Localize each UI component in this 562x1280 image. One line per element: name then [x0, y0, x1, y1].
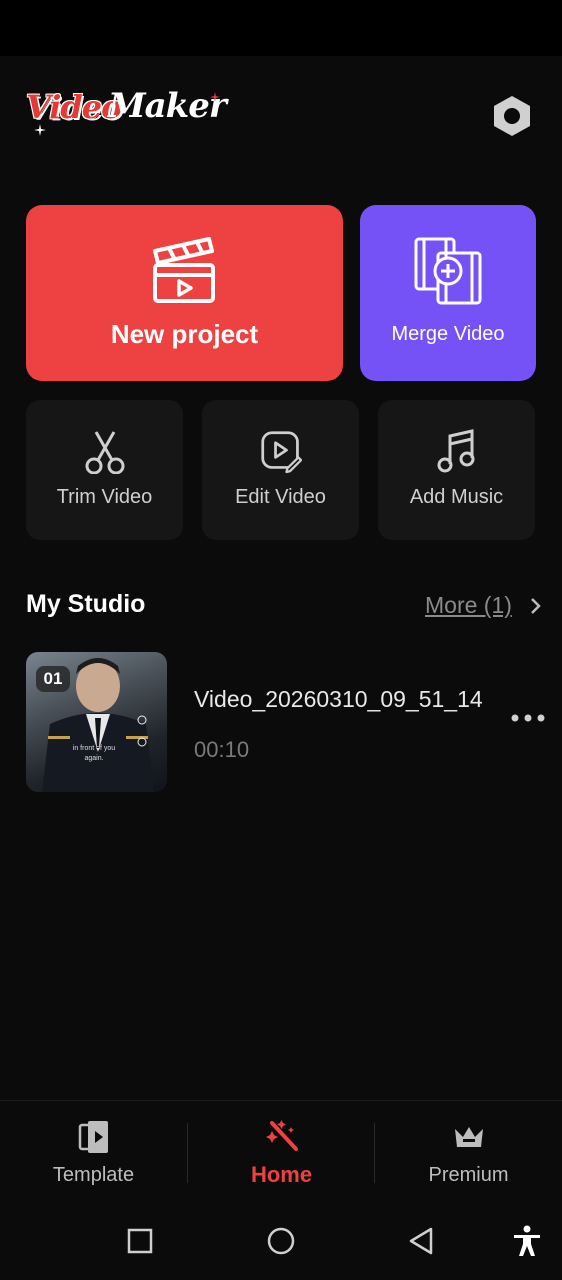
nav-premium[interactable]: Premium: [375, 1101, 562, 1201]
video-index-badge: 01: [36, 666, 70, 692]
scissors-icon: [85, 431, 125, 474]
new-project-button[interactable]: New project: [26, 205, 343, 381]
merge-film-icon: [414, 237, 482, 305]
crown-icon: [455, 1127, 483, 1147]
chevron-right-icon[interactable]: [528, 596, 544, 616]
edit-video-label: Edit Video: [235, 486, 326, 508]
video-name: Video_20260310_09_51_14: [194, 686, 483, 712]
magic-wand-icon: [266, 1120, 298, 1151]
video-duration: 00:10: [194, 737, 250, 762]
studio-title: My Studio: [26, 590, 146, 618]
nav-home[interactable]: Home: [188, 1101, 375, 1201]
clapperboard-icon: [153, 237, 215, 303]
bottom-navigation: Template Home Premium: [0, 1100, 562, 1201]
merge-video-label: Merge Video: [391, 323, 505, 345]
merge-video-button[interactable]: Merge Video: [360, 205, 536, 381]
sparkle-icon: [34, 124, 46, 136]
nav-template[interactable]: Template: [0, 1101, 187, 1201]
accessibility-icon[interactable]: [510, 1224, 544, 1258]
new-project-label: New project: [110, 319, 259, 349]
status-bar: [0, 0, 562, 56]
edit-video-button[interactable]: Edit Video: [202, 400, 359, 540]
studio-more-link[interactable]: More (1): [425, 592, 512, 619]
trim-video-button[interactable]: Trim Video: [26, 400, 183, 540]
logo-maker-text: Maker: [108, 86, 227, 126]
back-icon[interactable]: [405, 1224, 439, 1258]
settings-icon[interactable]: [490, 94, 534, 138]
home-icon[interactable]: [264, 1224, 298, 1258]
add-music-label: Add Music: [409, 486, 504, 508]
nav-template-label: Template: [52, 1164, 135, 1186]
app-logo: Video Maker: [26, 86, 227, 138]
nav-premium-label: Premium: [428, 1164, 509, 1186]
thumbnail-caption: in front of you again.: [72, 745, 116, 762]
system-navigation-bar: [0, 1200, 562, 1280]
music-note-icon: [437, 429, 475, 473]
edit-video-icon: [261, 431, 302, 474]
add-music-button[interactable]: Add Music: [378, 400, 535, 540]
template-icon: [78, 1121, 108, 1153]
video-thumbnail[interactable]: 01 in front of you again.: [26, 652, 167, 792]
nav-home-label: Home: [250, 1162, 313, 1187]
more-options-icon[interactable]: [510, 712, 546, 724]
recents-icon[interactable]: [123, 1224, 157, 1258]
trim-video-label: Trim Video: [56, 486, 153, 508]
sparkle-icon: [210, 92, 220, 102]
studio-video-item[interactable]: 01 in front of you again. Video_20260310…: [26, 652, 546, 792]
